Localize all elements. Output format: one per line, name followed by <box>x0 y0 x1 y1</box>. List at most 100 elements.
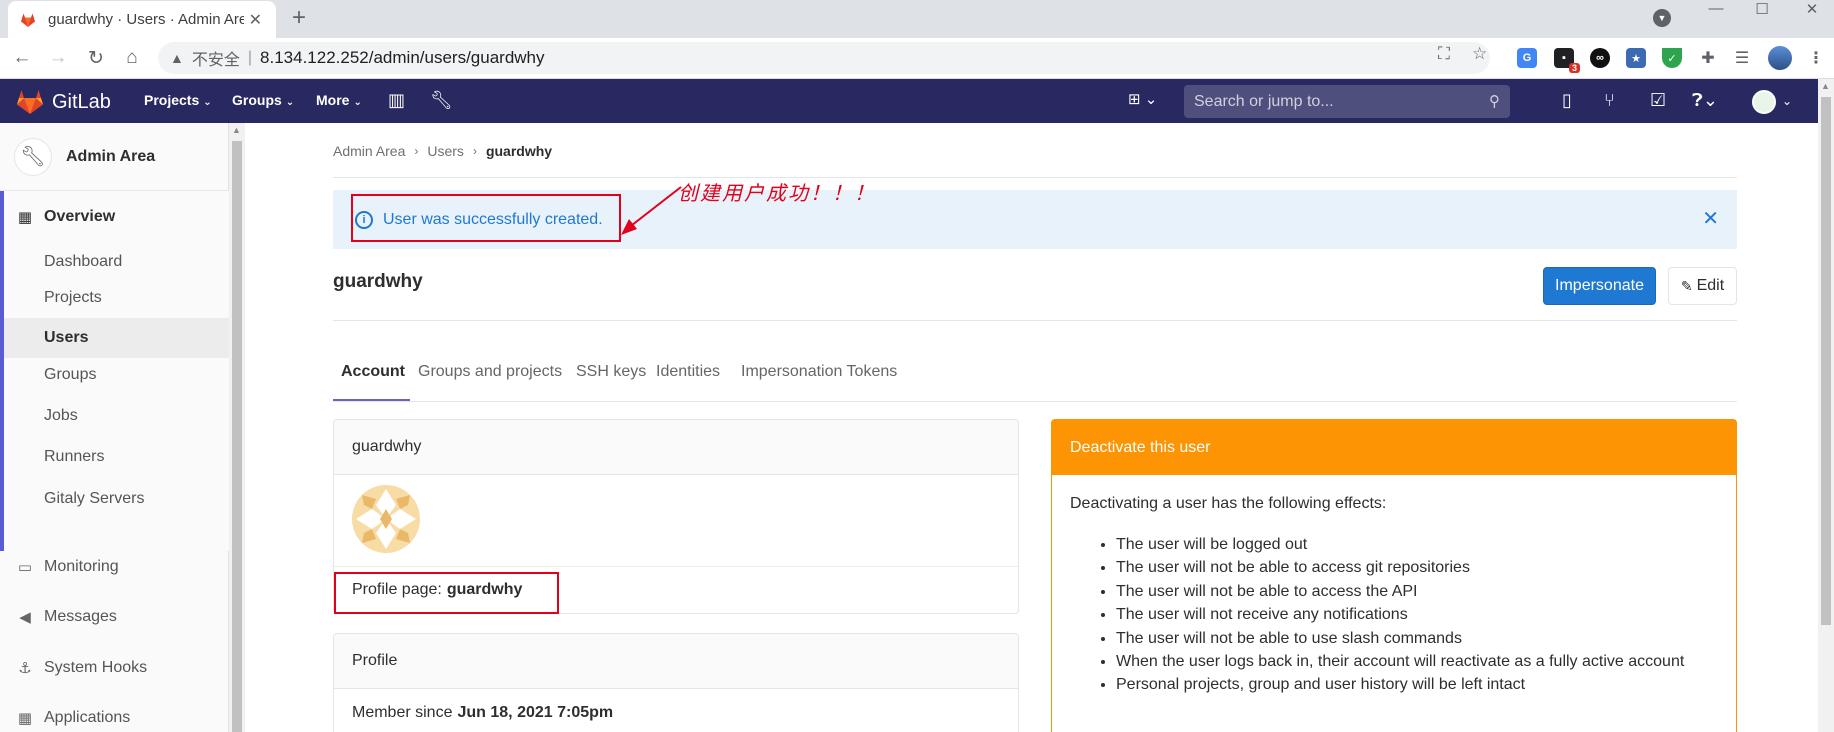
todos-icon[interactable]: ☑ <box>1650 90 1666 111</box>
minimize-icon[interactable]: — <box>1696 0 1736 20</box>
google-translate-extension-icon[interactable]: G <box>1517 48 1537 68</box>
sidebar-item-label: Monitoring <box>44 558 119 575</box>
reading-list-icon[interactable]: ☰ <box>1732 48 1752 68</box>
deactivate-card-header: Deactivate this user <box>1052 420 1736 475</box>
tab-search-icon[interactable]: ▼ <box>1653 9 1671 27</box>
sidebar-item-users[interactable]: Users <box>4 318 229 358</box>
sidebar-item-dashboard[interactable]: Dashboard <box>0 242 229 282</box>
sidebar-scrollbar-thumb[interactable] <box>232 141 242 732</box>
user-avatar-menu[interactable] <box>1752 90 1776 114</box>
tab-groups-and-projects[interactable]: Groups and projects <box>418 363 562 381</box>
chevron-right-icon: › <box>472 144 477 158</box>
extension-icon[interactable]: ▪ 3 <box>1554 48 1580 73</box>
sidebar-item-groups[interactable]: Groups <box>0 355 229 395</box>
projects-menu-label: Projects <box>144 92 200 108</box>
merge-requests-icon[interactable]: ⑂ <box>1604 90 1615 111</box>
reload-icon[interactable]: ↻ <box>84 46 108 70</box>
infinity-extension-icon[interactable]: ∞ <box>1590 48 1610 68</box>
gitlab-logo-text: GitLab <box>52 90 111 113</box>
sidebar-item-overview[interactable]: ▦ Overview <box>0 197 229 237</box>
puzzle-icon[interactable]: ✚ <box>1698 48 1718 68</box>
browser-tab-title: guardwhy · Users · Admin Area <box>48 11 244 28</box>
new-tab-icon[interactable]: + <box>292 4 306 32</box>
shield-extension-icon[interactable]: ✓ <box>1662 48 1682 68</box>
sidebar-context-header[interactable]: 🔧︎ Admin Area <box>0 123 229 191</box>
member-since-value: Jun 18, 2021 7:05pm <box>457 704 614 721</box>
list-item: When the user logs back in, their accoun… <box>1116 650 1718 673</box>
tab-identities[interactable]: Identities <box>656 363 720 381</box>
close-icon[interactable]: ✕ <box>1702 206 1719 231</box>
tab-account[interactable]: Account <box>341 363 405 381</box>
sidebar-item-gitaly-servers[interactable]: Gitaly Servers <box>0 479 229 519</box>
tab-ssh-keys[interactable]: SSH keys <box>576 363 646 381</box>
scroll-up-icon[interactable]: ▲ <box>1821 81 1830 91</box>
scroll-up-icon[interactable]: ▲ <box>232 125 241 135</box>
groups-menu[interactable]: Groups ⌄ <box>232 92 294 108</box>
sidebar-item-label: Dashboard <box>44 253 123 270</box>
tab-impersonation-tokens[interactable]: Impersonation Tokens <box>741 363 897 381</box>
back-icon[interactable]: ← <box>10 46 34 70</box>
chevron-down-icon: ⌄ <box>203 97 212 108</box>
tab-close-icon[interactable]: ✕ <box>249 10 262 30</box>
window-close-icon[interactable]: ✕ <box>1792 0 1832 20</box>
breadcrumb-divider <box>333 177 1737 178</box>
chevron-down-icon: ⌄ <box>285 97 295 108</box>
insecure-label: 不安全 <box>191 52 240 69</box>
admin-wrench-icon[interactable]: 🔧︎ <box>430 90 453 111</box>
gitlab-favicon-icon <box>20 12 36 28</box>
edit-button[interactable]: ✎ Edit <box>1668 267 1737 305</box>
issues-icon[interactable]: ▯ <box>1562 90 1572 111</box>
profile-avatar[interactable] <box>1768 46 1792 70</box>
translate-icon[interactable]: ⛶ <box>1438 44 1450 64</box>
address-bar[interactable]: ▲ 不安全 | 8.134.122.252/admin/users/guardw… <box>158 42 1490 74</box>
new-item-plus-icon[interactable]: ⊞ ⌄ <box>1128 90 1157 108</box>
sidebar-item-label: Overview <box>44 208 116 225</box>
sidebar-item-label: System Hooks <box>44 659 148 676</box>
chevron-down-icon[interactable]: ⌄ <box>1782 94 1792 108</box>
browser-tab-active[interactable]: guardwhy · Users · Admin Area ✕ <box>8 1 276 38</box>
star-extension-icon[interactable]: ★ <box>1626 48 1646 68</box>
maximize-icon[interactable]: ☐ <box>1742 0 1782 20</box>
deactivate-intro: Deactivating a user has the following ef… <box>1070 495 1387 512</box>
sidebar-item-label: Projects <box>44 289 102 306</box>
sidebar-item-runners[interactable]: Runners <box>0 437 229 477</box>
sidebar-item-system-hooks[interactable]: ⚓︎ System Hooks <box>0 648 229 688</box>
sidebar-item-applications[interactable]: ▦ Applications <box>0 698 229 732</box>
projects-menu[interactable]: Projects ⌄ <box>144 92 212 108</box>
list-item: The user will be logged out <box>1116 533 1718 556</box>
annotation-box-profile <box>334 572 559 614</box>
sidebar-item-projects[interactable]: Projects <box>0 278 229 318</box>
activity-chart-icon[interactable]: ▥ <box>388 90 405 111</box>
impersonate-button[interactable]: Impersonate <box>1543 267 1656 305</box>
sidebar-item-label: Messages <box>44 608 117 625</box>
breadcrumb-current[interactable]: guardwhy <box>486 143 552 159</box>
page-scrollbar[interactable]: ▲ <box>1818 79 1834 732</box>
warning-icon[interactable]: ▲ <box>170 50 184 66</box>
sidebar-scrollbar[interactable]: ▲ <box>229 123 245 732</box>
sidebar-item-monitoring[interactable]: ▭ Monitoring <box>0 547 229 587</box>
title-divider <box>333 320 1737 321</box>
annotation-box-flash <box>351 194 621 242</box>
list-item: The user will not receive any notificati… <box>1116 603 1718 626</box>
user-tabs: Account Groups and projects SSH keys Ide… <box>333 347 1737 402</box>
more-menu[interactable]: More ⌄ <box>316 92 362 108</box>
forward-icon[interactable]: → <box>46 46 70 70</box>
sidebar-item-label: Applications <box>44 709 131 726</box>
sidebar-item-messages[interactable]: ◀ Messages <box>0 597 229 637</box>
browser-menu-icon[interactable]: ⋮ <box>1806 48 1826 68</box>
home-icon[interactable]: ⌂ <box>120 46 144 70</box>
breadcrumb-admin-area[interactable]: Admin Area <box>333 143 405 159</box>
list-item: The user will not be able to use slash c… <box>1116 627 1718 650</box>
sidebar-item-label: Users <box>44 329 89 346</box>
sidebar-item-jobs[interactable]: Jobs <box>0 396 229 436</box>
browser-toolbar: ← → ↻ ⌂ ▲ 不安全 | 8.134.122.252/admin/user… <box>0 38 1834 79</box>
gitlab-logo[interactable]: GitLab <box>16 89 111 115</box>
search-input[interactable]: Search or jump to... ⚲ <box>1184 85 1510 118</box>
page-scrollbar-thumb[interactable] <box>1821 97 1831 625</box>
edit-button-label: Edit <box>1696 277 1725 294</box>
bookmark-star-icon[interactable]: ☆ <box>1472 44 1487 64</box>
breadcrumb-users[interactable]: Users <box>427 143 464 159</box>
account-card-header: guardwhy <box>334 420 1018 475</box>
sidebar-item-label: Runners <box>44 448 105 465</box>
help-icon[interactable]: ❓︎⌄ <box>1692 90 1718 111</box>
